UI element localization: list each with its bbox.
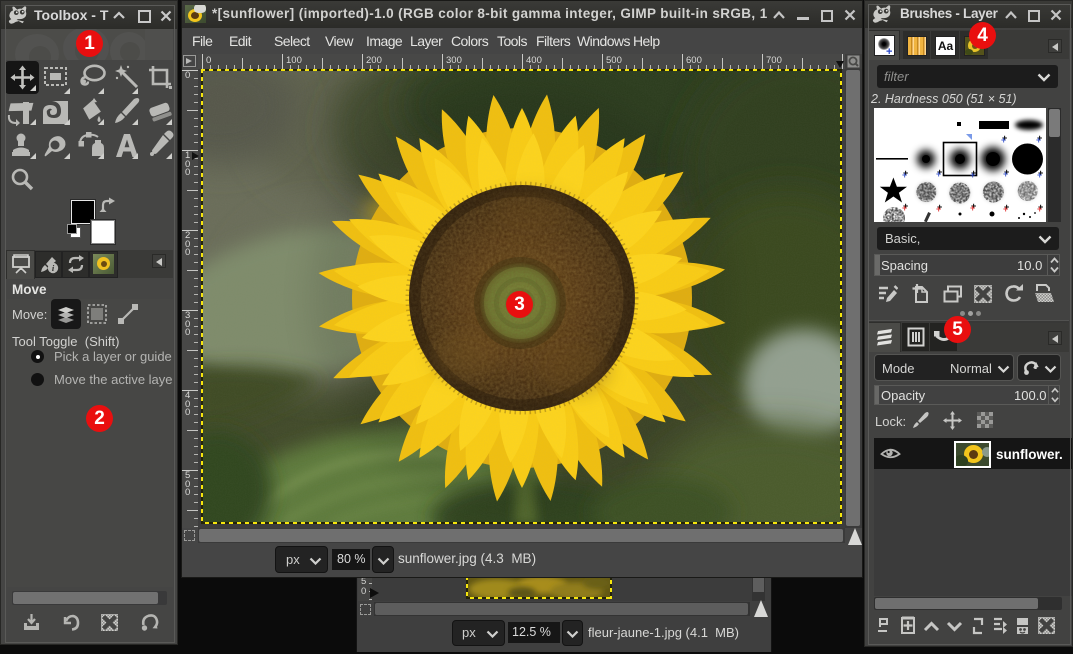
- svg-text:+: +: [1037, 204, 1042, 214]
- svg-text:+: +: [1037, 170, 1042, 180]
- svg-text:+: +: [970, 170, 975, 180]
- svg-text:+: +: [970, 203, 975, 213]
- svg-text:+: +: [936, 204, 941, 214]
- svg-text:+: +: [902, 203, 907, 213]
- svg-text:+: +: [1003, 204, 1008, 214]
- svg-text:+: +: [936, 169, 941, 179]
- svg-text:+: +: [902, 170, 907, 180]
- svg-text:+: +: [1001, 135, 1006, 145]
- svg-text:+: +: [1036, 135, 1041, 145]
- svg-text:+: +: [1003, 169, 1008, 179]
